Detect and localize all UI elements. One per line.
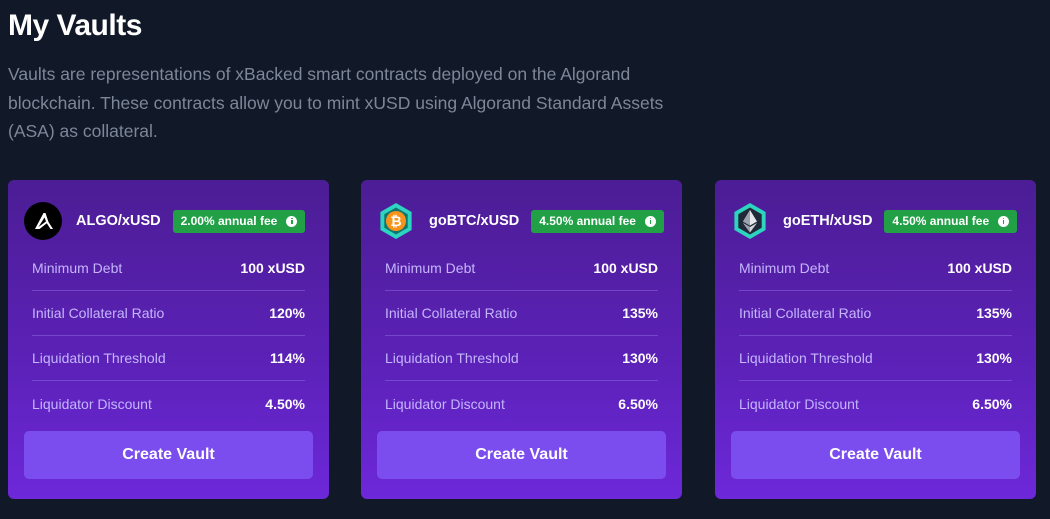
stat-row-liquidator-discount: Liquidator Discount 6.50%: [739, 381, 1012, 426]
stat-label: Minimum Debt: [32, 260, 123, 276]
stat-label: Initial Collateral Ratio: [385, 305, 518, 321]
vault-card-gobtc: ₿ goBTC/xUSD 4.50% annual fee Minimum De…: [361, 180, 682, 499]
algorand-logo-icon: [24, 202, 62, 240]
stat-label: Minimum Debt: [739, 260, 830, 276]
bitcoin-logo-icon: ₿: [377, 202, 415, 240]
vault-asset-name: goBTC/xUSD: [429, 213, 520, 229]
stat-value: 130%: [976, 350, 1012, 366]
stat-label: Liquidator Discount: [32, 395, 152, 412]
stat-row-minimum-debt: Minimum Debt 100 xUSD: [385, 246, 658, 291]
stat-row-initial-collateral-ratio: Initial Collateral Ratio 120%: [32, 291, 305, 336]
vault-card-goeth: goETH/xUSD 4.50% annual fee Minimum Debt…: [715, 180, 1036, 499]
vault-card-header: ₿ goBTC/xUSD 4.50% annual fee: [377, 202, 666, 240]
page-description: Vaults are representations of xBacked sm…: [8, 64, 664, 141]
info-icon[interactable]: [998, 215, 1010, 227]
page-title: My Vaults: [8, 9, 142, 42]
stat-label: Minimum Debt: [385, 260, 476, 276]
ethereum-logo-icon: [731, 202, 769, 240]
create-vault-button[interactable]: Create Vault: [377, 431, 666, 479]
vault-stats: Minimum Debt 100 xUSD Initial Collateral…: [739, 246, 1012, 426]
stat-row-minimum-debt: Minimum Debt 100 xUSD: [739, 246, 1012, 291]
stat-row-liquidator-discount: Liquidator Discount 6.50%: [385, 381, 658, 426]
create-vault-button[interactable]: Create Vault: [24, 431, 313, 479]
annual-fee-badge[interactable]: 4.50% annual fee: [531, 209, 664, 233]
stat-label: Initial Collateral Ratio: [32, 305, 165, 321]
stat-row-initial-collateral-ratio: Initial Collateral Ratio 135%: [385, 291, 658, 336]
annual-fee-text: 4.50% annual fee: [539, 214, 636, 228]
info-icon[interactable]: [286, 215, 298, 227]
stat-row-liquidator-discount: Liquidator Discount 4.50%: [32, 381, 305, 426]
stat-value: 100 xUSD: [947, 260, 1012, 276]
stat-row-liquidation-threshold: Liquidation Threshold 130%: [739, 336, 1012, 381]
annual-fee-badge[interactable]: 4.50% annual fee: [884, 209, 1018, 233]
vault-card-algo: ALGO/xUSD 2.00% annual fee Minimum Debt …: [8, 180, 329, 499]
stat-value: 100 xUSD: [240, 260, 305, 276]
stat-label: Liquidator Discount: [385, 395, 505, 412]
stat-row-liquidation-threshold: Liquidation Threshold 130%: [385, 336, 658, 381]
annual-fee-text: 2.00% annual fee: [180, 214, 278, 228]
stat-label: Liquidation Threshold: [385, 350, 519, 366]
annual-fee-text: 4.50% annual fee: [892, 214, 990, 228]
vault-asset-name: ALGO/xUSD: [76, 213, 161, 229]
stat-value: 100 xUSD: [593, 260, 658, 276]
stat-label: Liquidator Discount: [739, 395, 859, 412]
stat-value: 120%: [269, 305, 305, 321]
stat-value: 130%: [622, 350, 658, 366]
stat-row-minimum-debt: Minimum Debt 100 xUSD: [32, 246, 305, 291]
create-vault-button[interactable]: Create Vault: [731, 431, 1020, 479]
stat-value: 6.50%: [972, 395, 1012, 412]
vault-card-header: ALGO/xUSD 2.00% annual fee: [24, 202, 313, 240]
vault-asset-name: goETH/xUSD: [783, 213, 873, 229]
stat-label: Liquidation Threshold: [32, 350, 166, 366]
stat-value: 135%: [976, 305, 1012, 321]
vault-card-header: goETH/xUSD 4.50% annual fee: [731, 202, 1020, 240]
stat-row-liquidation-threshold: Liquidation Threshold 114%: [32, 336, 305, 381]
vault-stats: Minimum Debt 100 xUSD Initial Collateral…: [385, 246, 658, 426]
stat-label: Liquidation Threshold: [739, 350, 873, 366]
stat-value: 6.50%: [618, 395, 658, 412]
stat-value: 135%: [622, 305, 658, 321]
stat-row-initial-collateral-ratio: Initial Collateral Ratio 135%: [739, 291, 1012, 336]
stat-value: 4.50%: [265, 395, 305, 412]
stat-value: 114%: [269, 350, 305, 366]
stat-label: Initial Collateral Ratio: [739, 305, 872, 321]
info-icon[interactable]: [644, 215, 656, 227]
svg-text:₿: ₿: [390, 214, 401, 230]
vault-stats: Minimum Debt 100 xUSD Initial Collateral…: [32, 246, 305, 426]
annual-fee-badge[interactable]: 2.00% annual fee: [172, 209, 306, 233]
